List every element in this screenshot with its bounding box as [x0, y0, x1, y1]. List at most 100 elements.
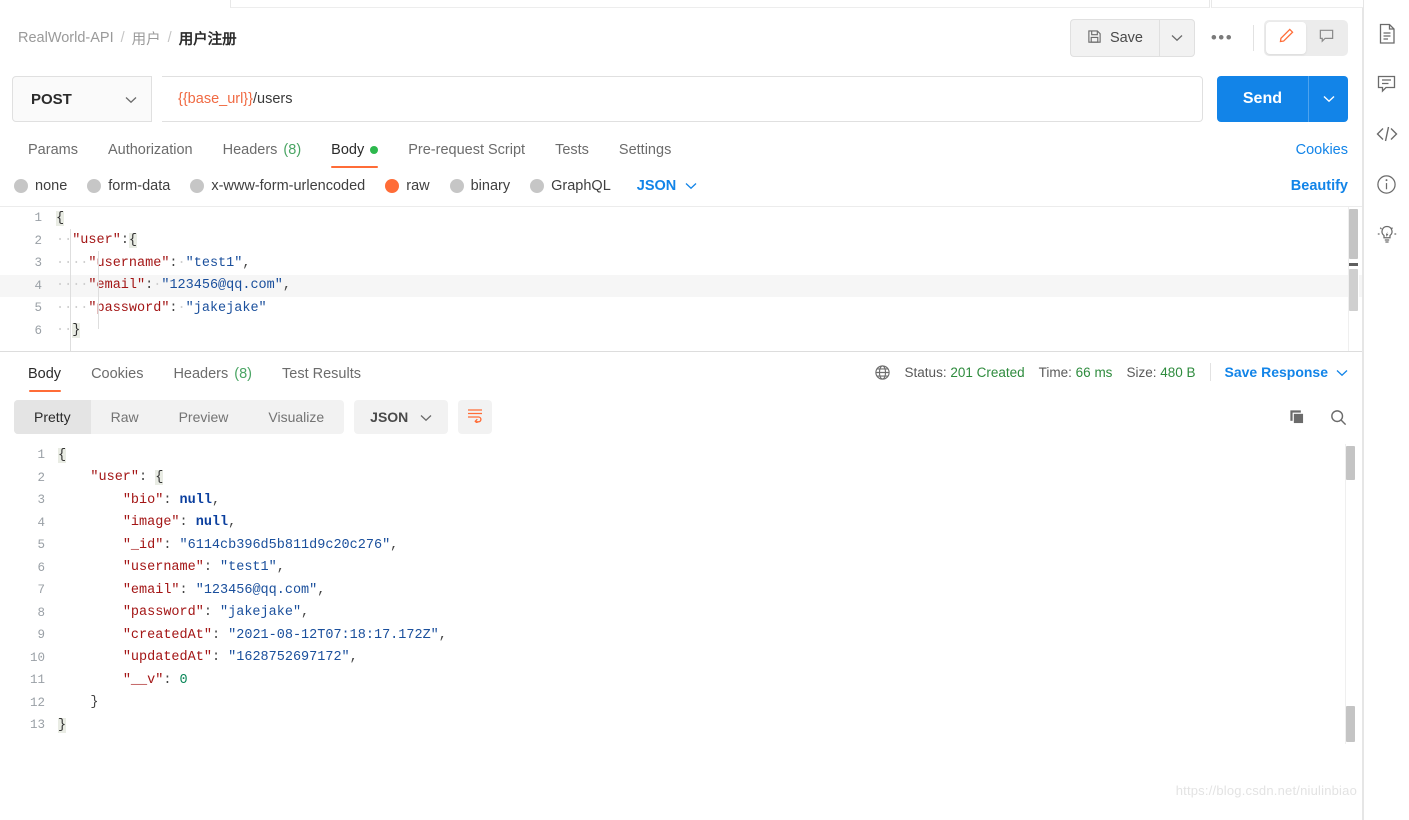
code-token: , — [390, 537, 399, 553]
code-icon[interactable] — [1375, 122, 1399, 146]
view-mode-raw[interactable]: Raw — [91, 400, 159, 434]
status-key: Status: — [904, 364, 947, 380]
document-icon[interactable] — [1375, 22, 1399, 46]
scrollbar-thumb[interactable] — [1349, 209, 1358, 259]
code-line: 3 ····"username":·"test1", — [0, 252, 1362, 275]
tab-body[interactable]: Body — [316, 142, 393, 168]
request-tabs: Params Authorization Headers (8) Body Pr… — [0, 130, 1362, 168]
code-token: "username" — [88, 255, 170, 271]
body-type-label: form-data — [108, 178, 171, 194]
tab-edge-request[interactable] — [230, 0, 1210, 8]
breadcrumb-collection[interactable]: RealWorld-API — [18, 30, 114, 46]
code-line-text: ··} — [56, 323, 81, 339]
line-number: 8 — [37, 605, 45, 620]
send-button[interactable]: Send — [1216, 76, 1308, 122]
breadcrumb-folder[interactable]: 用户 — [132, 28, 161, 49]
tab-edge-extra[interactable] — [1211, 0, 1371, 8]
code-token: : — [179, 582, 196, 598]
body-type-raw[interactable]: raw — [385, 178, 430, 194]
code-line: 1{ — [0, 207, 1362, 230]
request-body-editor[interactable]: 1{2 ··"user":{3 ····"username":·"test1", 4 ·… — [0, 206, 1362, 351]
radio-icon-selected — [385, 179, 400, 193]
save-options-button[interactable] — [1159, 19, 1195, 57]
code-token: { — [155, 470, 164, 486]
code-token: : — [211, 650, 229, 666]
cookies-link[interactable]: Cookies — [1296, 142, 1348, 168]
code-token: · — [177, 255, 186, 271]
code-token: , — [301, 605, 310, 621]
radio-icon — [530, 179, 545, 193]
line-number: 1 — [34, 211, 42, 226]
comment-mode-button[interactable] — [1306, 22, 1346, 54]
send-options-button[interactable] — [1308, 76, 1348, 122]
search-icon[interactable] — [1329, 408, 1348, 427]
code-line: 6 "username": "test1", — [0, 557, 1362, 580]
view-mode-preview[interactable]: Preview — [159, 400, 249, 434]
comment-icon[interactable] — [1375, 72, 1399, 96]
body-type-graphql[interactable]: GraphQL — [530, 178, 611, 194]
body-type-label: binary — [470, 178, 511, 194]
tab-tests[interactable]: Tests — [540, 142, 604, 168]
response-tab-cookies[interactable]: Cookies — [76, 366, 158, 392]
lightbulb-icon[interactable] — [1375, 222, 1399, 246]
save-button[interactable]: Save — [1069, 19, 1159, 57]
copy-icon[interactable] — [1288, 408, 1307, 427]
code-line-text: { — [58, 447, 67, 463]
request-header: RealWorld-API / 用户 / 用户注册 Save ••• — [0, 8, 1362, 68]
scrollbar-thumb-top[interactable] — [1346, 446, 1355, 480]
response-format-select[interactable]: JSON — [354, 400, 449, 434]
raw-format-select[interactable]: JSON — [637, 178, 698, 194]
body-type-binary[interactable]: binary — [449, 178, 511, 194]
body-type-form-data[interactable]: form-data — [87, 178, 170, 194]
info-icon[interactable] — [1375, 172, 1399, 196]
code-line: 8 "password": "jakejake", — [0, 602, 1362, 625]
code-token: "123456@qq.com" — [195, 582, 318, 598]
tab-authorization[interactable]: Authorization — [93, 142, 208, 168]
code-token: , — [211, 492, 221, 508]
view-mode-visualize[interactable]: Visualize — [248, 400, 344, 434]
response-tab-headers[interactable]: Headers (8) — [158, 366, 267, 392]
code-token: : — [163, 492, 180, 508]
tab-settings[interactable]: Settings — [604, 142, 686, 168]
line-number: 11 — [29, 673, 45, 688]
code-token: "user" — [72, 233, 121, 249]
body-type-urlencoded[interactable]: x-www-form-urlencoded — [190, 178, 365, 194]
more-options-button[interactable]: ••• — [1201, 19, 1243, 57]
scrollbar-thumb-secondary[interactable] — [1349, 269, 1358, 311]
body-type-none[interactable]: none — [14, 178, 67, 194]
tab-count: (8) — [234, 366, 252, 382]
url-input[interactable]: {{base_url}}/users — [162, 76, 1203, 122]
response-body-lines: 1{2 "user": {3 "bio": null, 4 "image": nu… — [0, 444, 1362, 737]
time-label: Time: 66 ms — [1039, 365, 1113, 380]
response-tab-body[interactable]: Body — [14, 366, 76, 392]
save-response-button[interactable]: Save Response — [1225, 364, 1349, 380]
body-type-label: GraphQL — [551, 178, 611, 194]
scrollbar-thumb-bottom[interactable] — [1346, 706, 1355, 742]
code-line-text: } — [58, 695, 98, 710]
code-token: "password" — [88, 300, 170, 316]
code-token: "123456@qq.com" — [161, 278, 283, 294]
response-scrollbar[interactable] — [1345, 444, 1356, 744]
view-mode-pretty[interactable]: Pretty — [14, 400, 91, 434]
response-tab-test-results[interactable]: Test Results — [267, 366, 376, 392]
line-number: 6 — [37, 560, 45, 575]
response-format-value: JSON — [370, 409, 409, 425]
code-token: , — [276, 560, 285, 576]
beautify-button[interactable]: Beautify — [1291, 178, 1348, 194]
code-token: , — [317, 582, 326, 598]
word-wrap-button[interactable] — [458, 400, 493, 434]
tab-label: Headers — [222, 142, 278, 158]
tab-headers[interactable]: Headers (8) — [208, 142, 317, 168]
response-body-viewer[interactable]: 1{2 "user": {3 "bio": null, 4 "image": nu… — [0, 444, 1362, 764]
tab-params[interactable]: Params — [14, 142, 93, 168]
request-editor-scrollbar[interactable] — [1348, 207, 1359, 351]
size-value: 480 B — [1160, 364, 1196, 380]
http-method-select[interactable]: POST — [12, 76, 152, 122]
tab-pre-request-script[interactable]: Pre-request Script — [393, 142, 540, 168]
edit-mode-button[interactable] — [1266, 22, 1306, 54]
save-response-label: Save Response — [1224, 364, 1329, 380]
code-line: 3 "bio": null, — [0, 489, 1362, 512]
radio-icon — [190, 179, 205, 193]
